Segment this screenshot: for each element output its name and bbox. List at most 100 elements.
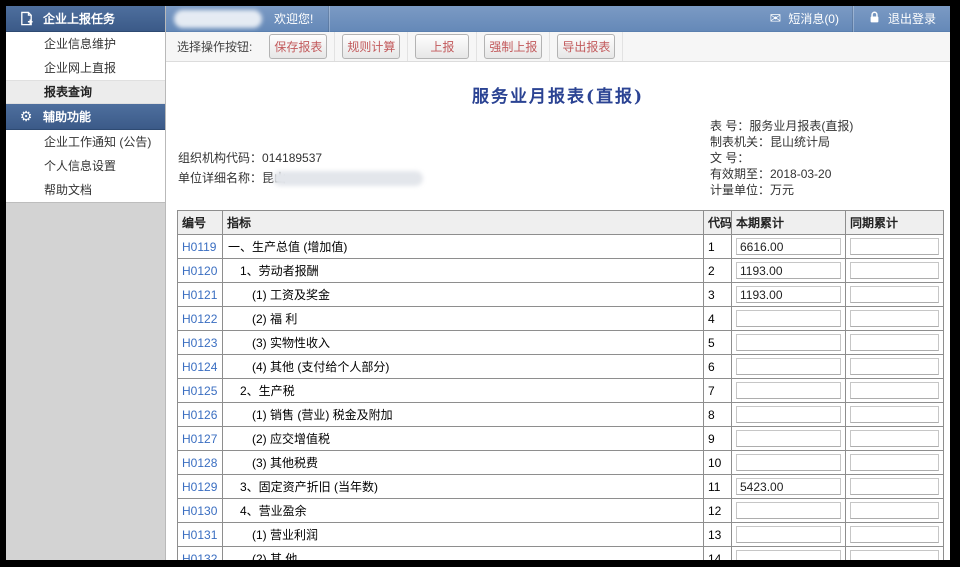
row-id-link[interactable]: H0127	[178, 427, 223, 451]
current-period-input[interactable]	[736, 238, 841, 255]
value-cell	[846, 379, 944, 403]
force-submit-button[interactable]: 强制上报	[484, 34, 542, 59]
indicator-label: 一、生产总值 (增加值)	[223, 235, 704, 259]
value-cell	[846, 283, 944, 307]
sidebar-item-online-direct-report[interactable]: 企业网上直报	[6, 56, 165, 80]
row-id-link[interactable]: H0122	[178, 307, 223, 331]
row-id-link[interactable]: H0121	[178, 283, 223, 307]
current-period-input[interactable]	[736, 454, 841, 471]
row-code: 3	[704, 283, 732, 307]
save-report-button[interactable]: 保存报表	[269, 34, 327, 59]
messages-label: 短消息(0)	[788, 10, 839, 27]
value-cell	[732, 283, 846, 307]
report-title: 服务业月报表(直报)	[166, 82, 950, 107]
table-row: H0127(2) 应交增值税9	[178, 427, 944, 451]
row-code: 11	[704, 475, 732, 499]
sidebar: 企业上报任务 企业信息维护 企业网上直报 报表查询 ⚙ 辅助功能 企业工作通知 …	[6, 6, 166, 560]
toolbar: 选择操作按钮: 保存报表 规则计算 上报 强制上报 导出报表	[166, 32, 950, 62]
document-plus-icon	[18, 11, 34, 27]
rule-calculate-button[interactable]: 规则计算	[342, 34, 400, 59]
indicator-label: (2) 应交增值税	[223, 427, 704, 451]
same-period-input[interactable]	[850, 334, 939, 351]
row-id-link[interactable]: H0125	[178, 379, 223, 403]
same-period-input[interactable]	[850, 502, 939, 519]
same-period-input[interactable]	[850, 526, 939, 543]
table-row: H0132(2) 其 他14	[178, 547, 944, 561]
current-period-input[interactable]	[736, 382, 841, 399]
column-header: 本期累计	[732, 211, 846, 235]
row-id-link[interactable]: H0120	[178, 259, 223, 283]
sidebar-filler	[6, 202, 165, 560]
same-period-input[interactable]	[850, 406, 939, 423]
sidebar-item-enterprise-info[interactable]: 企业信息维护	[6, 32, 165, 56]
value-cell	[846, 451, 944, 475]
row-id-link[interactable]: H0132	[178, 547, 223, 561]
row-id-link[interactable]: H0123	[178, 331, 223, 355]
same-period-input[interactable]	[850, 238, 939, 255]
value-cell	[732, 475, 846, 499]
column-header: 同期累计	[846, 211, 944, 235]
row-id-link[interactable]: H0129	[178, 475, 223, 499]
current-period-input[interactable]	[736, 262, 841, 279]
value-cell	[846, 475, 944, 499]
messages-button[interactable]: ✉ 短消息(0)	[756, 6, 853, 31]
meta-unit-of-measure: 计量单位：万元	[710, 182, 853, 198]
row-id-link[interactable]: H0119	[178, 235, 223, 259]
table-row: H01201、劳动者报酬2	[178, 259, 944, 283]
value-cell	[846, 547, 944, 561]
logout-button[interactable]: 退出登录	[854, 6, 950, 31]
sidebar-item-report-query[interactable]: 报表查询	[6, 80, 165, 104]
row-id-link[interactable]: H0124	[178, 355, 223, 379]
unit-name-line: 单位详细名称：昆山	[178, 168, 423, 188]
column-header: 代码	[704, 211, 732, 235]
same-period-input[interactable]	[850, 382, 939, 399]
current-period-input[interactable]	[736, 358, 841, 375]
current-period-input[interactable]	[736, 550, 841, 560]
same-period-input[interactable]	[850, 310, 939, 327]
current-period-input[interactable]	[736, 502, 841, 519]
same-period-input[interactable]	[850, 550, 939, 560]
meta-valid-until: 有效期至：2018-03-20	[710, 166, 853, 182]
current-period-input[interactable]	[736, 334, 841, 351]
welcome-text: 欢迎您!	[274, 10, 313, 27]
table-row: H0128(3) 其他税费10	[178, 451, 944, 475]
current-period-input[interactable]	[736, 430, 841, 447]
submit-button[interactable]: 上报	[415, 34, 469, 59]
indicator-label: 4、营业盈余	[223, 499, 704, 523]
sidebar-item-work-notice[interactable]: 企业工作通知 (公告)	[6, 130, 165, 154]
sidebar-item-help-docs[interactable]: 帮助文档	[6, 178, 165, 202]
same-period-input[interactable]	[850, 286, 939, 303]
row-id-link[interactable]: H0128	[178, 451, 223, 475]
row-id-link[interactable]: H0131	[178, 523, 223, 547]
same-period-input[interactable]	[850, 478, 939, 495]
topbar-actions: ✉ 短消息(0) 退出登录	[756, 6, 950, 31]
row-code: 12	[704, 499, 732, 523]
report-table: 编号指标代码本期累计同期累计 H0119一、生产总值 (增加值)1H01201、…	[177, 210, 944, 560]
gear-icon: ⚙	[18, 109, 34, 125]
row-id-link[interactable]: H0126	[178, 403, 223, 427]
indicator-label: (3) 实物性收入	[223, 331, 704, 355]
current-period-input[interactable]	[736, 310, 841, 327]
sidebar-section-enterprise-tasks[interactable]: 企业上报任务	[6, 6, 165, 32]
current-period-input[interactable]	[736, 406, 841, 423]
report-content: 服务业月报表(直报) 表 号：服务业月报表(直报) 制表机关：昆山统计局 文 号…	[166, 62, 950, 560]
table-row: H0121(1) 工资及奖金3	[178, 283, 944, 307]
row-id-link[interactable]: H0130	[178, 499, 223, 523]
current-period-input[interactable]	[736, 526, 841, 543]
export-report-button[interactable]: 导出报表	[557, 34, 615, 59]
table-row: H01293、固定资产折旧 (当年数)11	[178, 475, 944, 499]
table-row: H0123(3) 实物性收入5	[178, 331, 944, 355]
same-period-input[interactable]	[850, 358, 939, 375]
table-row: H0131(1) 营业利润13	[178, 523, 944, 547]
same-period-input[interactable]	[850, 430, 939, 447]
meta-form-number: 表 号：服务业月报表(直报)	[710, 118, 853, 134]
current-period-input[interactable]	[736, 478, 841, 495]
same-period-input[interactable]	[850, 262, 939, 279]
value-cell	[732, 403, 846, 427]
current-period-input[interactable]	[736, 286, 841, 303]
indicator-label: 2、生产税	[223, 379, 704, 403]
same-period-input[interactable]	[850, 454, 939, 471]
value-cell	[846, 307, 944, 331]
sidebar-item-personal-settings[interactable]: 个人信息设置	[6, 154, 165, 178]
sidebar-section-auxiliary[interactable]: ⚙ 辅助功能	[6, 104, 165, 130]
